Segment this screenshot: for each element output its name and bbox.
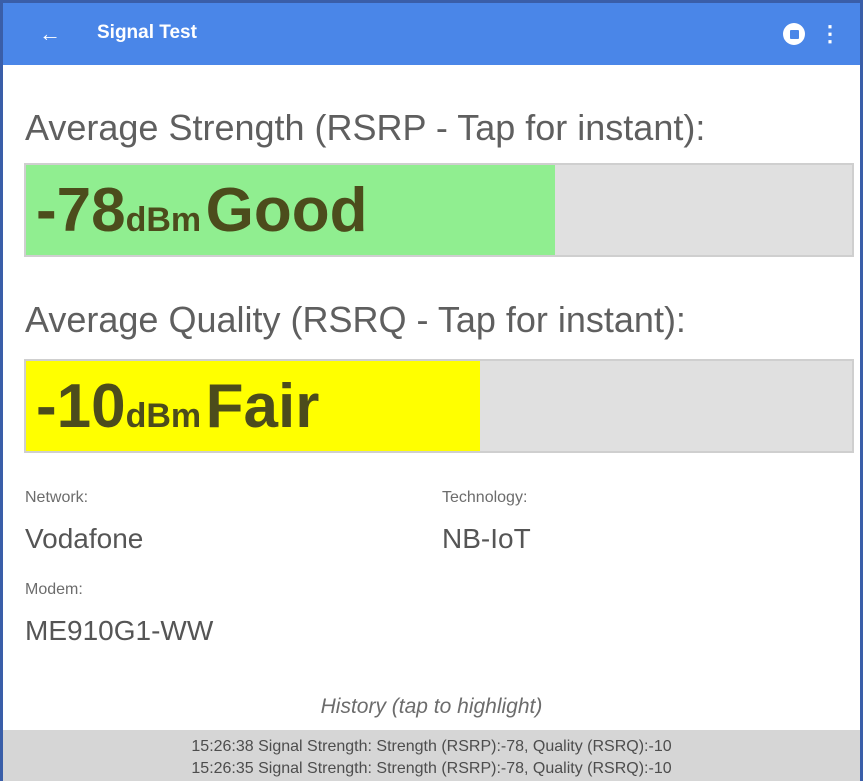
strength-value: -78 xyxy=(36,176,126,245)
strength-unit: dBm xyxy=(125,201,202,239)
quality-reading: -10dBm Fair xyxy=(36,371,319,442)
quality-rating: Fair xyxy=(205,372,320,441)
history-row[interactable]: 15:26:35 Signal Strength: Strength (RSRP… xyxy=(3,758,860,780)
page-title: Signal Test xyxy=(97,22,197,43)
strength-heading: Average Strength (RSRP - Tap for instant… xyxy=(25,107,706,148)
stop-button[interactable] xyxy=(780,20,808,48)
app-frame: ← Signal Test ⋮ Average Strength (RSRP -… xyxy=(0,0,863,781)
technology-value: NB-IoT xyxy=(442,523,531,554)
modem-value: ME910G1-WW xyxy=(25,615,214,646)
technology-label: Technology: xyxy=(442,489,528,506)
more-vertical-icon: ⋮ xyxy=(819,21,841,46)
more-options-button[interactable]: ⋮ xyxy=(815,17,845,51)
quality-value: -10 xyxy=(36,372,126,441)
app-bar: ← Signal Test ⋮ xyxy=(3,3,860,65)
modem-label: Modem: xyxy=(25,581,83,598)
history-list[interactable]: 15:26:38 Signal Strength: Strength (RSRP… xyxy=(3,730,860,781)
network-value: Vodafone xyxy=(25,523,144,554)
quality-meter[interactable]: -10dBm Fair xyxy=(24,359,854,453)
strength-meter[interactable]: -78dBm Good xyxy=(24,163,854,257)
history-title: History (tap to highlight) xyxy=(320,695,543,718)
back-button[interactable]: ← xyxy=(33,17,67,51)
stop-circle-icon xyxy=(783,23,805,45)
history-row[interactable]: 15:26:38 Signal Strength: Strength (RSRP… xyxy=(3,736,860,758)
network-label: Network: xyxy=(25,489,89,506)
strength-rating: Good xyxy=(205,176,368,245)
strength-reading: -78dBm Good xyxy=(36,175,367,246)
quality-unit: dBm xyxy=(125,397,202,435)
arrow-left-icon: ← xyxy=(39,21,61,46)
quality-heading: Average Quality (RSRQ - Tap for instant)… xyxy=(25,299,686,340)
